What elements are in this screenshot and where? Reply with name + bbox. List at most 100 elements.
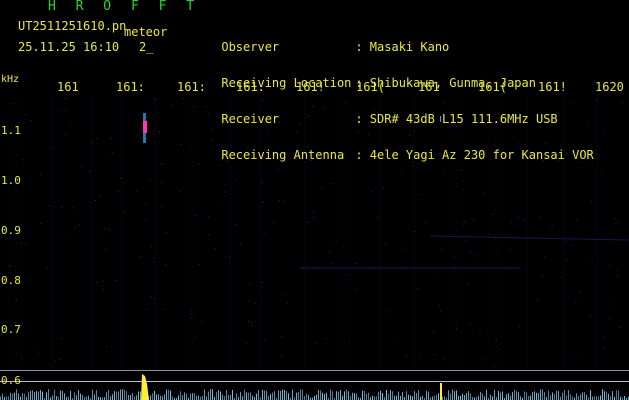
baseline-spike bbox=[434, 395, 435, 400]
baseline-spike bbox=[562, 392, 563, 400]
baseline-spike bbox=[224, 396, 225, 400]
baseline-spike bbox=[212, 389, 213, 400]
noise-dot bbox=[207, 216, 209, 218]
baseline-spike bbox=[22, 393, 23, 400]
baseline-spike bbox=[124, 389, 125, 400]
baseline-spike bbox=[226, 390, 227, 400]
noise-dot bbox=[217, 202, 219, 204]
baseline-spike bbox=[380, 390, 381, 400]
noise-dot bbox=[421, 194, 423, 196]
noise-dot bbox=[179, 191, 181, 193]
noise-dot bbox=[195, 214, 197, 216]
baseline-spike bbox=[506, 394, 507, 400]
noise-dot bbox=[355, 263, 357, 264]
noise-dot bbox=[96, 282, 98, 283]
baseline-spike bbox=[96, 390, 97, 400]
baseline-spike bbox=[244, 389, 245, 400]
baseline-spike bbox=[368, 392, 369, 400]
baseline-spike bbox=[566, 395, 567, 400]
baseline-spike bbox=[186, 393, 187, 400]
baseline-spike bbox=[218, 390, 219, 400]
noise-dot bbox=[542, 274, 544, 276]
noise-dot bbox=[31, 120, 32, 122]
noise-dot bbox=[10, 265, 12, 267]
baseline-spike bbox=[286, 391, 287, 400]
noise-dot bbox=[614, 218, 616, 220]
noise-dot bbox=[194, 336, 196, 338]
baseline-spike bbox=[278, 390, 279, 400]
noise-dot bbox=[332, 262, 334, 264]
noise-dot bbox=[208, 234, 210, 236]
baseline-spike bbox=[398, 391, 399, 400]
baseline-spike bbox=[528, 396, 529, 400]
baseline-spike bbox=[314, 396, 315, 400]
baseline-spike bbox=[152, 393, 153, 400]
baseline-spike bbox=[12, 393, 13, 400]
noise-dot bbox=[162, 163, 164, 165]
baseline-spike bbox=[208, 391, 209, 400]
baseline-spike bbox=[594, 396, 595, 400]
baseline-spike bbox=[306, 393, 307, 400]
baseline-spike bbox=[394, 395, 395, 400]
baseline-spike bbox=[168, 389, 169, 400]
noise-dot bbox=[136, 191, 138, 193]
noise-dot bbox=[453, 256, 455, 258]
baseline-spike bbox=[54, 389, 55, 400]
baseline-spike bbox=[532, 392, 533, 400]
noise-dot bbox=[24, 114, 26, 116]
baseline-spike bbox=[364, 390, 365, 400]
baseline-spike bbox=[336, 391, 337, 400]
baseline-spike bbox=[452, 389, 453, 400]
baseline-spike bbox=[350, 396, 351, 400]
noise-dot bbox=[463, 180, 465, 182]
noise-dot bbox=[492, 365, 494, 367]
baseline-spike bbox=[568, 390, 569, 400]
baseline-spike bbox=[108, 389, 109, 400]
baseline-spike bbox=[130, 394, 131, 400]
meta-key: Receiver bbox=[221, 112, 280, 126]
baseline-spike bbox=[494, 389, 495, 400]
baseline-spike bbox=[8, 396, 9, 400]
y-axis-label: 0.9 bbox=[1, 224, 21, 237]
file-name: UT2511251610.pn bbox=[18, 19, 127, 33]
noise-dot bbox=[189, 313, 191, 315]
noise-dot bbox=[89, 171, 91, 172]
noise-dot bbox=[12, 102, 14, 104]
channel-label: 2_ bbox=[139, 40, 154, 54]
noise-dot bbox=[321, 187, 323, 189]
noise-dot bbox=[580, 291, 582, 293]
noise-dot bbox=[405, 355, 407, 357]
baseline-spike bbox=[320, 390, 321, 400]
baseline-spike bbox=[542, 389, 543, 400]
noise-dot bbox=[106, 346, 107, 348]
baseline-spike bbox=[604, 391, 605, 400]
baseline-layer bbox=[0, 370, 629, 400]
noise-dot bbox=[544, 256, 546, 258]
baseline-spike bbox=[444, 396, 445, 400]
noise-dot bbox=[54, 360, 56, 362]
noise-dot bbox=[137, 134, 139, 136]
meta-row-antenna: Receiving Antenna: 4ele Yagi Az 230 for … bbox=[178, 137, 593, 161]
noise-dot bbox=[151, 245, 152, 247]
baseline-spike bbox=[296, 392, 297, 400]
baseline-spike bbox=[308, 394, 309, 400]
baseline-spike bbox=[140, 391, 141, 400]
baseline-spike bbox=[330, 389, 331, 400]
noise-dot bbox=[437, 276, 439, 278]
noise-dot bbox=[609, 266, 611, 268]
baseline-spike bbox=[64, 393, 65, 400]
noise-dot bbox=[96, 137, 98, 139]
noise-dot bbox=[21, 357, 23, 359]
baseline-spike bbox=[554, 394, 555, 400]
baseline-spike bbox=[414, 391, 415, 400]
baseline-spike bbox=[302, 389, 303, 400]
noise-dot bbox=[349, 274, 351, 276]
noise-dot bbox=[63, 238, 65, 240]
baseline-spike bbox=[30, 390, 31, 400]
baseline-spike bbox=[464, 395, 465, 400]
baseline-spike bbox=[178, 395, 179, 400]
baseline-spike bbox=[480, 392, 481, 400]
baseline-spike bbox=[544, 392, 545, 400]
baseline-spike bbox=[540, 389, 541, 400]
noise-dot bbox=[61, 206, 63, 208]
